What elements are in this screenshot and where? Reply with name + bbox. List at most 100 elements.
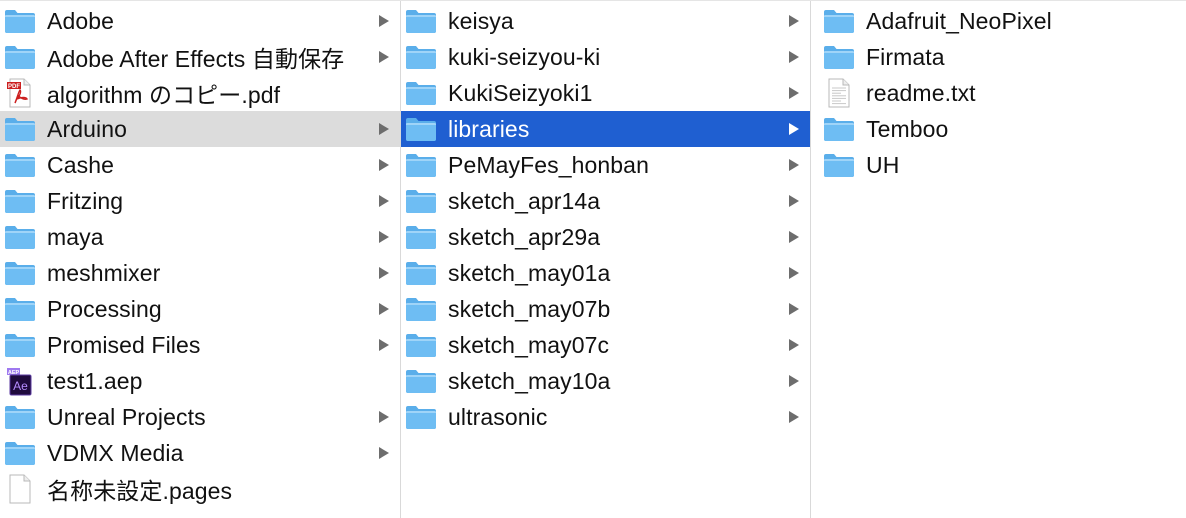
chevron-right-icon [784, 266, 804, 280]
item-label: Adobe [47, 7, 115, 34]
item-label: readme.txt [866, 79, 976, 106]
chevron-right-icon [374, 410, 394, 424]
item-label: sketch_may07c [448, 331, 610, 358]
list-item[interactable]: AEP Ae test1.aep [0, 363, 400, 399]
list-item[interactable]: Temboo [811, 111, 1186, 147]
file-list: Adobe Adobe After Effects 自動保存 PDF algor… [0, 1, 400, 507]
folder-icon [405, 331, 437, 359]
folder-icon [4, 259, 36, 287]
list-item[interactable]: Adafruit_NeoPixel [811, 3, 1186, 39]
folder-icon [405, 187, 437, 215]
folder-icon [823, 151, 855, 179]
pdf-file-icon: PDF [4, 78, 36, 108]
chevron-right-icon [374, 266, 394, 280]
item-label: sketch_may07b [448, 295, 611, 322]
item-label: Promised Files [47, 331, 201, 358]
finder-column-browser: Adobe Adobe After Effects 自動保存 PDF algor… [0, 0, 1186, 518]
chevron-right-icon [374, 194, 394, 208]
list-item[interactable]: sketch_may07b [401, 291, 810, 327]
list-item[interactable]: PeMayFes_honban [401, 147, 810, 183]
item-label: meshmixer [47, 259, 161, 286]
list-item[interactable]: readme.txt [811, 75, 1186, 111]
chevron-right-icon [784, 230, 804, 244]
list-item[interactable]: UH [811, 147, 1186, 183]
item-label: ultrasonic [448, 403, 548, 430]
list-item[interactable]: libraries [401, 111, 810, 147]
item-label: Fritzing [47, 187, 124, 214]
item-label: Unreal Projects [47, 403, 206, 430]
chevron-right-icon [374, 14, 394, 28]
list-item[interactable]: ultrasonic [401, 399, 810, 435]
list-item[interactable]: Unreal Projects [0, 399, 400, 435]
folder-icon [405, 223, 437, 251]
item-label: PeMayFes_honban [448, 151, 649, 178]
column-3[interactable]: Adafruit_NeoPixel Firmata readme.txt Tem… [811, 1, 1186, 518]
chevron-right-icon [784, 122, 804, 136]
item-label: Firmata [866, 43, 945, 70]
list-item[interactable]: keisya [401, 3, 810, 39]
item-label: Cashe [47, 151, 114, 178]
chevron-right-icon [784, 194, 804, 208]
column-2[interactable]: keisya kuki-seizyou-ki KukiSeizyoki1 lib… [401, 1, 811, 518]
list-item[interactable]: sketch_may07c [401, 327, 810, 363]
item-label: sketch_apr14a [448, 187, 601, 214]
list-item[interactable]: sketch_may01a [401, 255, 810, 291]
list-item[interactable]: kuki-seizyou-ki [401, 39, 810, 75]
list-item[interactable]: 名称未設定.pages [0, 471, 400, 507]
list-item[interactable]: Processing [0, 291, 400, 327]
item-label: Adafruit_NeoPixel [866, 7, 1052, 34]
item-label: algorithm のコピー.pdf [47, 82, 281, 108]
list-item[interactable]: Adobe After Effects 自動保存 [0, 39, 400, 75]
list-item[interactable]: Adobe [0, 3, 400, 39]
list-item[interactable]: sketch_apr29a [401, 219, 810, 255]
item-label: KukiSeizyoki1 [448, 79, 593, 106]
document-icon [4, 474, 36, 504]
folder-icon [4, 43, 36, 71]
item-label: Adobe After Effects 自動保存 [47, 46, 345, 72]
item-label: Arduino [47, 115, 127, 142]
list-item[interactable]: PDF algorithm のコピー.pdf [0, 75, 400, 111]
chevron-right-icon [784, 410, 804, 424]
chevron-right-icon [784, 374, 804, 388]
list-item[interactable]: maya [0, 219, 400, 255]
file-list: keisya kuki-seizyou-ki KukiSeizyoki1 lib… [401, 1, 810, 435]
chevron-right-icon [374, 446, 394, 460]
list-item[interactable]: meshmixer [0, 255, 400, 291]
list-item[interactable]: Cashe [0, 147, 400, 183]
list-item[interactable]: VDMX Media [0, 435, 400, 471]
item-label: maya [47, 223, 104, 250]
folder-icon [405, 367, 437, 395]
list-item[interactable]: sketch_may10a [401, 363, 810, 399]
folder-icon [405, 7, 437, 35]
list-item[interactable]: Firmata [811, 39, 1186, 75]
chevron-right-icon [784, 338, 804, 352]
chevron-right-icon [784, 50, 804, 64]
list-item[interactable]: KukiSeizyoki1 [401, 75, 810, 111]
chevron-right-icon [374, 302, 394, 316]
folder-icon [405, 43, 437, 71]
item-label: UH [866, 151, 900, 178]
folder-icon [405, 295, 437, 323]
item-label: libraries [448, 115, 530, 142]
folder-icon [4, 403, 36, 431]
item-label: VDMX Media [47, 439, 184, 466]
item-label: Processing [47, 295, 162, 322]
folder-icon [405, 151, 437, 179]
list-item[interactable]: Fritzing [0, 183, 400, 219]
chevron-right-icon [784, 86, 804, 100]
folder-icon [405, 79, 437, 107]
folder-icon [4, 151, 36, 179]
list-item[interactable]: Promised Files [0, 327, 400, 363]
chevron-right-icon [784, 158, 804, 172]
chevron-right-icon [374, 158, 394, 172]
column-1[interactable]: Adobe Adobe After Effects 自動保存 PDF algor… [0, 1, 401, 518]
folder-icon [823, 115, 855, 143]
chevron-right-icon [374, 338, 394, 352]
chevron-right-icon [374, 122, 394, 136]
folder-icon [4, 223, 36, 251]
file-list: Adafruit_NeoPixel Firmata readme.txt Tem… [811, 1, 1186, 183]
list-item[interactable]: Arduino [0, 111, 400, 147]
list-item[interactable]: sketch_apr14a [401, 183, 810, 219]
folder-icon [405, 259, 437, 287]
folder-icon [4, 439, 36, 467]
